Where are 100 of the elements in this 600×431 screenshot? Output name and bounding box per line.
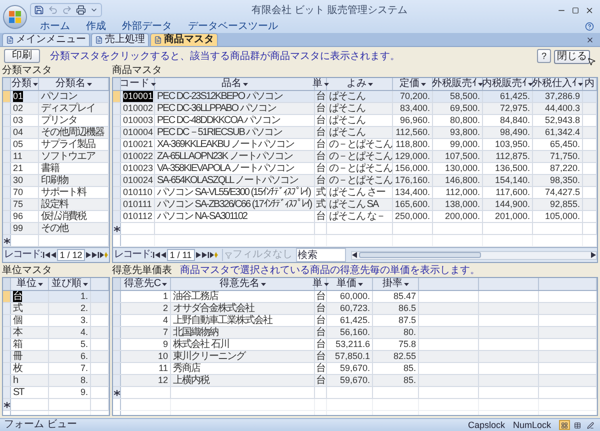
column-header[interactable]: 得意先C [121, 278, 171, 290]
document-tab[interactable]: 商品マスタ [150, 33, 218, 46]
document-tab[interactable]: メインメニュー [2, 33, 90, 46]
help-button[interactable]: ? [537, 49, 551, 63]
ribbon-tab[interactable]: 作成 [86, 20, 106, 32]
dropdown-arrow-icon[interactable] [578, 82, 583, 86]
table-row[interactable]: 99 その他 [3, 223, 109, 235]
table-row[interactable]: 010004 PEC DC－51RIECSUB パソコン 台 ぱそこん 112,560. 93,800. 98,490. 61,342.4 [113, 127, 597, 139]
dropdown-arrow-icon[interactable] [528, 82, 533, 86]
table-row[interactable]: 9 株式会社 石川 台 53,211.6 75.8 [113, 339, 597, 351]
table-row[interactable]: 010023 VA-358KIEVAPOLA ノートパソコン 台 の－とぱそこん 156,000. 130,000. 136,500. 87,220. [113, 163, 597, 175]
column-header[interactable]: 単位 [11, 278, 49, 290]
table-row[interactable]: 010022 ZA-65LLAOPN23K ノートパソコン 台 の－とぱそこん 129,000. 107,500. 112,875. 71,750. [113, 151, 597, 163]
close-icon[interactable] [585, 6, 594, 14]
redo-icon[interactable] [62, 5, 72, 15]
column-header[interactable]: 外税販売ｲ [433, 78, 483, 90]
scroll-thumb[interactable] [358, 252, 481, 258]
record-position[interactable]: 1 / 12 [56, 249, 86, 261]
table-row[interactable]: 010021 XA-369KKLEAKBU ノートパソコン 台 の－とぱそこん 118,800. 99,000. 103,950. 65,450. [113, 139, 597, 151]
record-selector[interactable] [113, 223, 121, 234]
table-row[interactable]: 個 3. [3, 315, 109, 327]
table-row[interactable]: 箱 5. [3, 339, 109, 351]
select-all-corner[interactable] [3, 78, 11, 90]
table-row[interactable]: 03 プリンタ [3, 115, 109, 127]
close-button[interactable]: 閉じる [554, 50, 590, 64]
table-row[interactable]: 冊 6. [3, 351, 109, 363]
table-row[interactable]: h 8. [3, 375, 109, 387]
print-icon[interactable] [76, 5, 86, 15]
maximize-icon[interactable] [572, 6, 579, 14]
column-header[interactable]: 単 [315, 278, 327, 290]
dropdown-arrow-icon[interactable] [86, 82, 92, 86]
column-header[interactable]: 並び順 [49, 278, 91, 290]
dropdown-arrow-icon[interactable] [478, 82, 483, 86]
table-row[interactable]: 04 その他周辺機器 [3, 127, 109, 139]
form-view-button[interactable] [559, 420, 570, 430]
table-row[interactable]: 010111 パソコン SA-ZB326/C66 (17ｲﾝﾁﾃﾞｨｽﾌﾟﾚｲ) 式 ぱそこん SA 165,600. 138,000. 144,900. 92,855. [113, 199, 597, 211]
table-row[interactable]: 12 上横内税 台 59,670. 85. [113, 375, 597, 387]
column-header[interactable]: コード [121, 78, 155, 90]
dropdown-arrow-icon[interactable] [260, 282, 266, 286]
dropdown-arrow-icon[interactable] [358, 282, 362, 286]
horizontal-scrollbar[interactable] [350, 250, 597, 260]
new-record-icon[interactable] [100, 252, 108, 258]
table-row[interactable]: 010001 PEC DC-23S12KBEPO パソコン 台 ぱそこん 70,200. 58,500. 61,425. 37,286.9 [113, 91, 597, 103]
table-row[interactable]: 4 上野自動車工業株式会社 台 61,425. 87.5 [113, 315, 597, 327]
record-selector[interactable] [3, 399, 11, 410]
table-row[interactable]: 05 サプライ製品 [3, 139, 109, 151]
table-row[interactable]: 2 オサダ合金株式会社 台 60,723. 86.5 [113, 303, 597, 315]
undo-icon[interactable] [48, 5, 58, 15]
table-row[interactable]: 11 ソフトウエア [3, 151, 109, 163]
ribbon-tab[interactable]: データベースツール [188, 20, 278, 32]
office-button[interactable] [3, 4, 27, 28]
column-header[interactable]: 分類名 [39, 78, 109, 90]
dropdown-arrow-icon[interactable] [82, 282, 88, 286]
ribbon-tab[interactable]: ホーム [40, 20, 70, 32]
table-row[interactable]: 010002 PEC DC-36LLPPABO パソコン 台 ぱそこん 83,400. 69,500. 72,975. 44,400.3 [113, 103, 597, 115]
table-row[interactable]: 11 秀商店 台 59,670. 85. [113, 363, 597, 375]
close-tab-icon[interactable] [586, 36, 594, 44]
select-all-corner[interactable] [113, 78, 121, 90]
ribbon-tab[interactable]: 外部データ [122, 20, 172, 32]
select-all-corner[interactable] [3, 278, 11, 290]
table-row[interactable]: 010003 PEC DC-48DDKKCOA パソコン 台 ぱそこん 96,960. 80,800. 84,840. 52,943.8 [113, 115, 597, 127]
table-row[interactable]: 96 仮払消費税 [3, 211, 109, 223]
table-row[interactable]: 本 4. [3, 327, 109, 339]
table-row[interactable]: 枚 7. [3, 363, 109, 375]
dropdown-arrow-icon[interactable] [150, 82, 156, 86]
column-header[interactable]: 単価 [327, 278, 373, 290]
new-record-icon[interactable] [210, 252, 218, 258]
last-record-icon[interactable] [92, 252, 100, 258]
table-row[interactable]: 01 パソコン [3, 91, 109, 103]
table-row[interactable]: ST 9. [3, 387, 109, 399]
column-header[interactable]: 単 [315, 78, 327, 90]
dropdown-arrow-icon[interactable] [324, 82, 328, 86]
dropdown-arrow-icon[interactable] [420, 82, 426, 86]
table-row[interactable]: 010110 パソコン SA-VL55/E300 (15ｲﾝﾁﾃﾞｨｽﾌﾟﾚｲ) 式 ぱそこん さー 134,400. 112,000. 117,600. 74,427.5 [113, 187, 597, 199]
table-row[interactable]: 30 印刷物 [3, 175, 109, 187]
table-row[interactable]: 010024 SA-654KOLASZQLL ノートパソコン 台 の－とぱそこん 176,160. 146,800. 154,140. 98,350. [113, 175, 597, 187]
table-row[interactable]: 010112 パソコン NA-SA301102 台 ぱそこん な－ 250,000. 200,000. 201,000. 105,000. [113, 211, 597, 223]
dropdown-arrow-icon[interactable] [162, 282, 168, 286]
table-row[interactable]: 7 北国織物納 台 56,160. 80. [113, 327, 597, 339]
datasheet-view-button[interactable] [572, 420, 583, 430]
column-header[interactable]: 内 [583, 78, 597, 90]
table-row[interactable]: 10 東川クリーニング 台 57,850.1 82.55 [113, 351, 597, 363]
dropdown-arrow-icon[interactable] [38, 282, 42, 286]
table-row[interactable]: 台 1. [3, 291, 109, 303]
scroll-right-icon[interactable] [591, 252, 596, 258]
dropdown-arrow-icon[interactable] [404, 282, 408, 286]
last-record-icon[interactable] [202, 252, 209, 258]
design-view-button[interactable] [585, 420, 596, 430]
column-header[interactable]: よみ [327, 78, 393, 90]
search-field[interactable]: 検索 [296, 248, 346, 262]
table-row[interactable]: 21 書籍 [3, 163, 109, 175]
help-icon[interactable] [585, 22, 594, 31]
column-header[interactable]: 分類 [11, 78, 39, 90]
dropdown-arrow-icon[interactable] [32, 82, 38, 86]
dropdown-arrow-icon[interactable] [368, 82, 372, 86]
table-row[interactable]: 70 サポート料 [3, 187, 109, 199]
record-selector[interactable] [113, 387, 121, 398]
record-selector[interactable] [3, 235, 11, 246]
table-row[interactable]: 1 油谷工務店 台 60,000. 85.47 [113, 291, 597, 303]
dropdown-arrow-icon[interactable] [242, 82, 248, 86]
